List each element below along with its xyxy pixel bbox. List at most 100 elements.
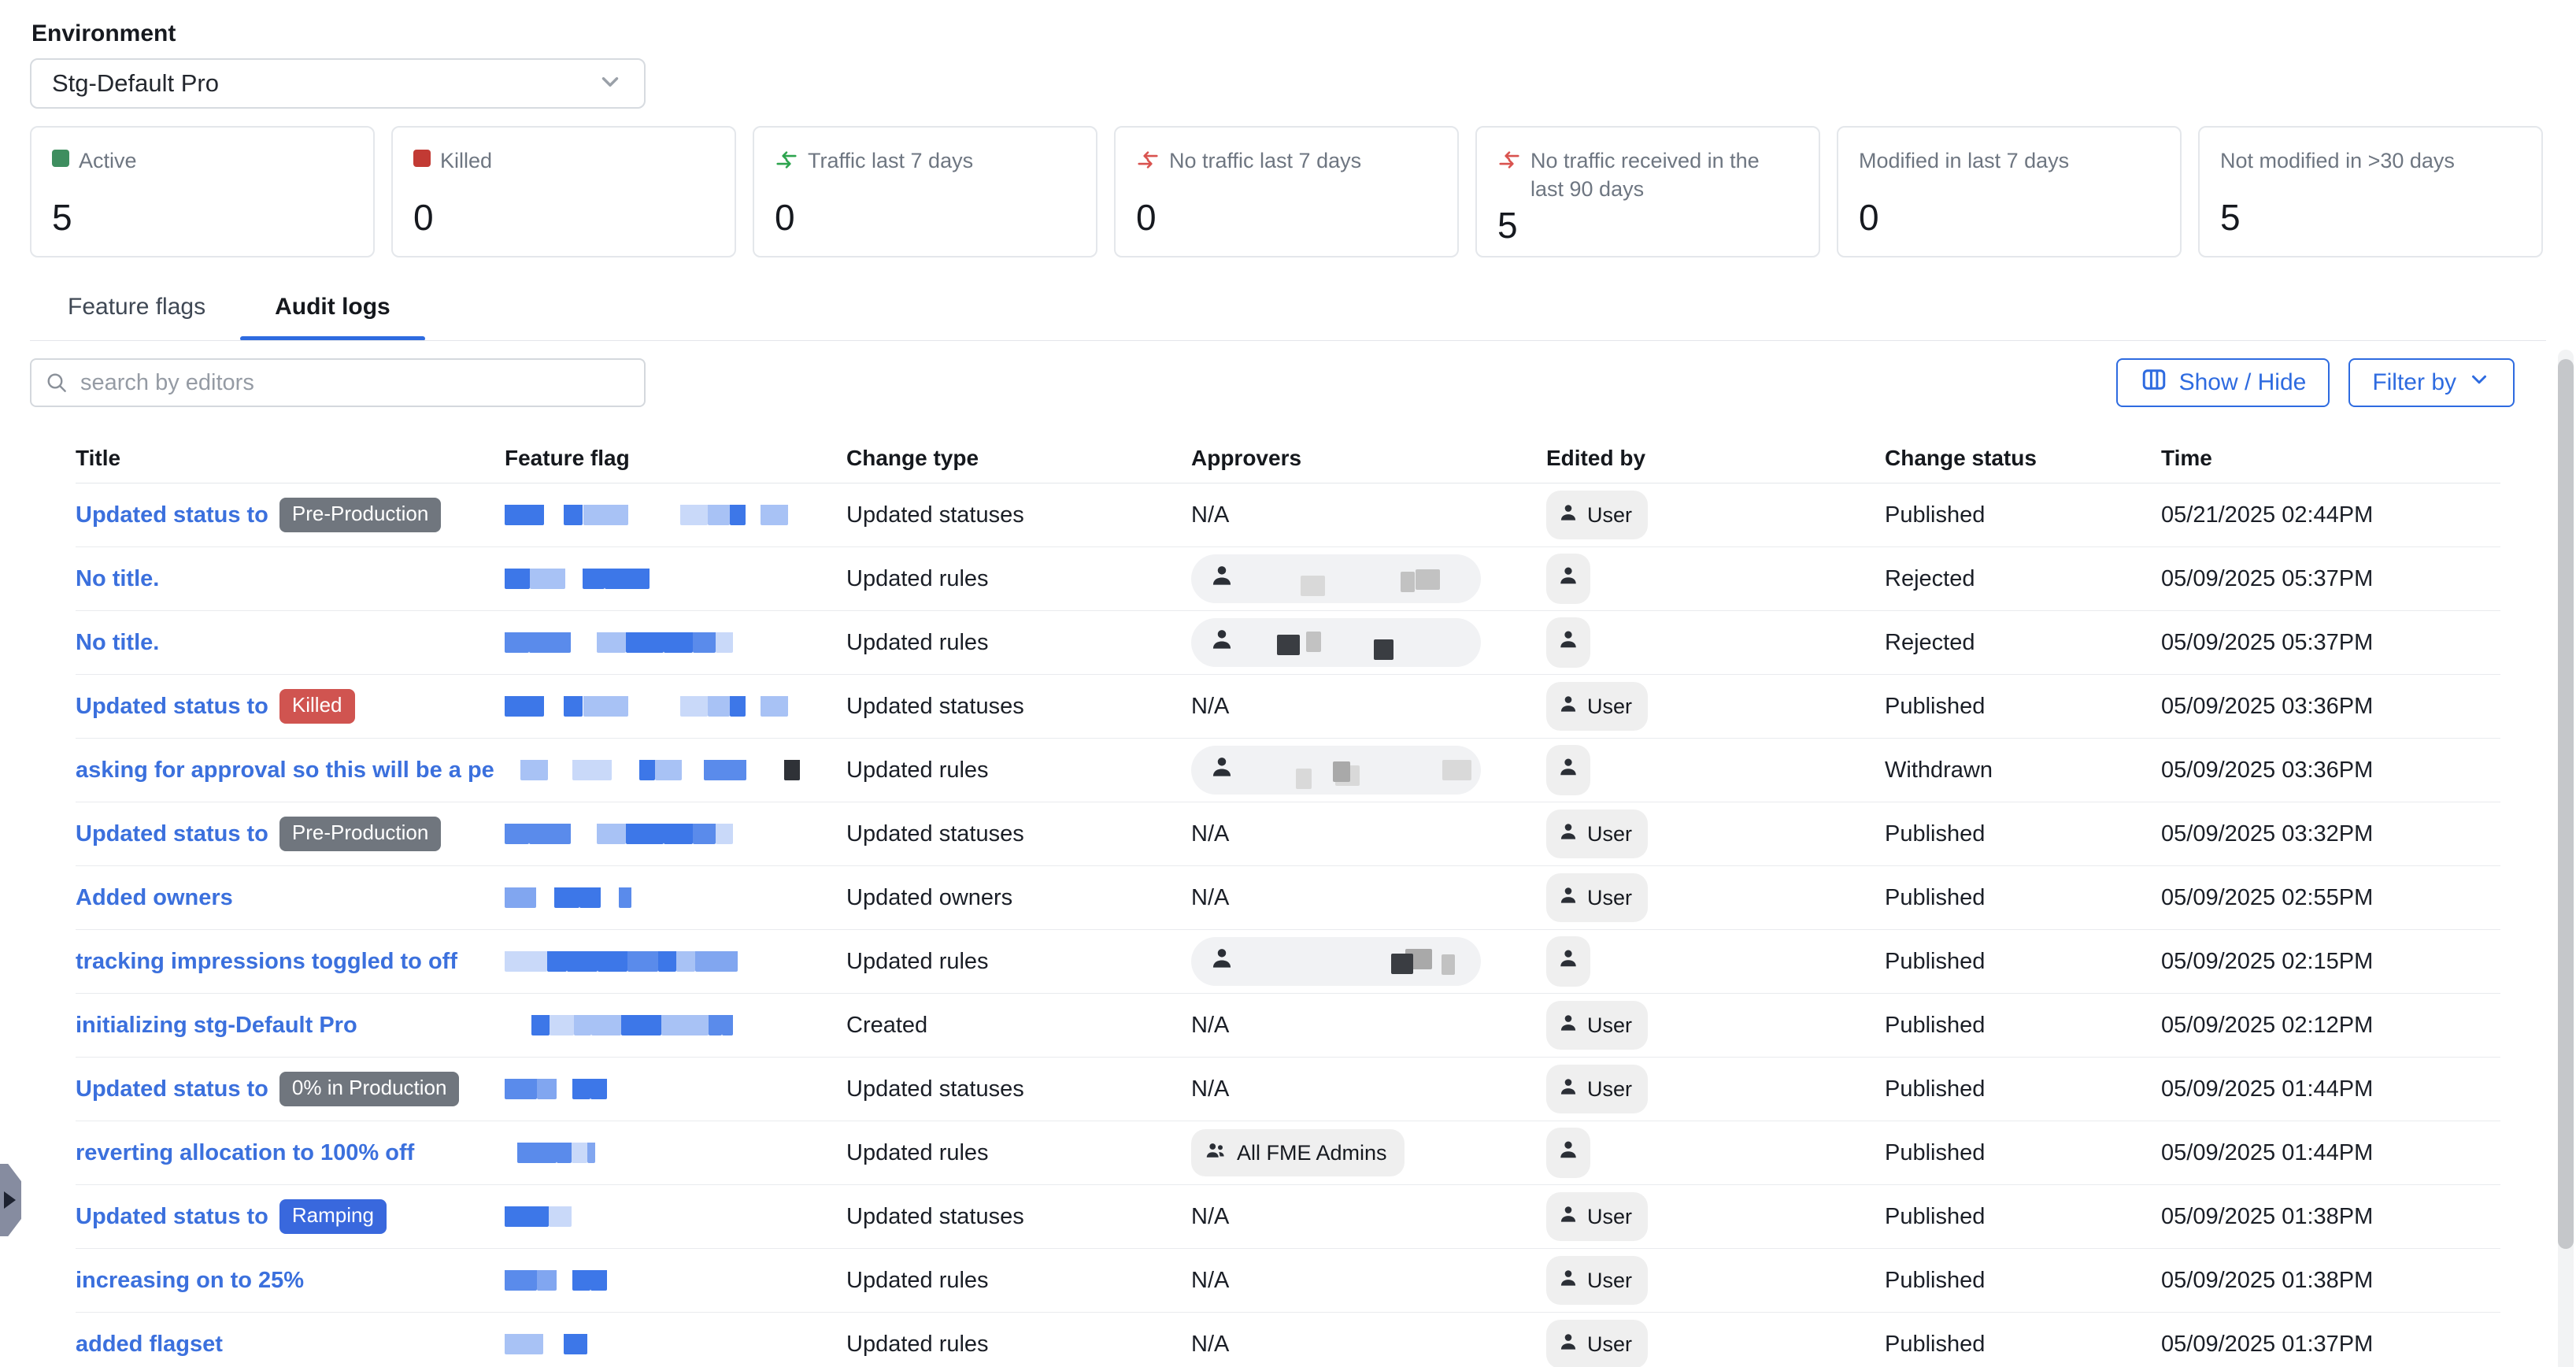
audit-title-link[interactable]: increasing on to 25% xyxy=(76,1268,304,1294)
audit-title-link[interactable]: Updated status to xyxy=(76,694,268,720)
audit-logs-page: Environment Stg-Default Pro Active 5 Kil… xyxy=(0,20,2576,1367)
audit-title-link[interactable]: reverting allocation to 100% off xyxy=(76,1140,414,1166)
approvers-cell: N/A xyxy=(1191,885,1546,911)
change-status-cell: Published xyxy=(1885,1140,2161,1166)
person-icon xyxy=(1557,884,1579,912)
redacted-block xyxy=(505,1206,549,1227)
filter-by-button[interactable]: Filter by xyxy=(2348,358,2515,407)
audit-title-link[interactable]: Updated status to xyxy=(76,1076,268,1102)
change-type-cell: Updated rules xyxy=(846,949,1191,975)
environment-label: Environment xyxy=(31,20,2546,47)
change-status-cell: Published xyxy=(1885,1268,2161,1294)
redacted-block xyxy=(590,1079,607,1099)
redacted-block xyxy=(597,632,627,653)
time-cell: 05/09/2025 01:38PM xyxy=(2161,1204,2500,1230)
edited-by-label: User xyxy=(1587,1205,1632,1229)
audit-title-link[interactable]: initializing stg-Default Pro xyxy=(76,1013,357,1039)
approver-na: N/A xyxy=(1191,1268,1229,1293)
edited-by-cell: User xyxy=(1546,491,1885,539)
time-cell: 05/09/2025 01:44PM xyxy=(2161,1076,2500,1102)
edited-by-label: User xyxy=(1587,1269,1632,1293)
redacted-block xyxy=(564,1334,587,1354)
person-icon xyxy=(1208,754,1235,787)
tab-feature-flags[interactable]: Feature flags xyxy=(33,294,240,341)
table-row: Updated status to Killed Updated statuse… xyxy=(76,675,2500,739)
redacted-block xyxy=(590,1270,607,1291)
stat-value: 5 xyxy=(1497,204,1798,246)
redacted-block xyxy=(627,951,658,972)
audit-title-link[interactable]: Updated status to xyxy=(76,1204,268,1230)
search-input[interactable] xyxy=(30,358,646,407)
column-header: Approvers xyxy=(1191,446,1546,471)
approvers-cell: N/A xyxy=(1191,1076,1546,1102)
status-badge xyxy=(315,1276,340,1286)
redacted-block xyxy=(1296,769,1312,789)
audit-title-cell: increasing on to 25% xyxy=(76,1268,505,1294)
person-icon xyxy=(1556,564,1580,594)
stat-label: No traffic received in the last 90 days xyxy=(1530,146,1798,204)
stat-value: 0 xyxy=(413,196,714,239)
edited-by-cell xyxy=(1546,936,1885,987)
redacted-block xyxy=(572,760,612,780)
audit-title-link[interactable]: Updated status to xyxy=(76,502,268,528)
redacted-block xyxy=(564,696,583,717)
audit-title-link[interactable]: No title. xyxy=(76,630,159,656)
redacted-block xyxy=(1442,760,1471,780)
approvers-cell xyxy=(1191,746,1546,795)
person-icon xyxy=(1557,1267,1579,1295)
feature-flag-cell xyxy=(505,1270,846,1291)
change-status-cell: Published xyxy=(1885,1076,2161,1102)
change-type-cell: Updated statuses xyxy=(846,1076,1191,1102)
redacted-block xyxy=(1301,576,1324,596)
redacted-block xyxy=(537,1079,557,1099)
edited-by-avatar-pill xyxy=(1546,745,1590,795)
column-header: Feature flag xyxy=(505,446,846,471)
status-badge xyxy=(368,1021,394,1031)
audit-title-link[interactable]: added flagset xyxy=(76,1332,223,1358)
approver-na: N/A xyxy=(1191,1204,1229,1229)
stat-value: 0 xyxy=(1859,196,2160,239)
audit-title-cell: tracking impressions toggled to off xyxy=(76,949,505,975)
change-type-cell: Updated rules xyxy=(846,1332,1191,1358)
toolbar: Show / Hide Filter by xyxy=(30,358,2546,407)
change-type-cell: Updated rules xyxy=(846,566,1191,592)
redacted-block xyxy=(680,505,708,525)
audit-title-link[interactable]: No title. xyxy=(76,566,159,592)
person-icon xyxy=(1208,562,1235,595)
audit-title-link[interactable]: tracking impressions toggled to off xyxy=(76,949,457,975)
audit-title-cell: No title. xyxy=(76,630,505,656)
audit-title-link[interactable]: asking for approval so this will be a pe xyxy=(76,758,494,784)
feature-flag-cell xyxy=(505,569,846,589)
tab-audit-logs[interactable]: Audit logs xyxy=(240,294,425,341)
feature-flag-redacted xyxy=(505,1334,587,1354)
redacted-block xyxy=(680,696,708,717)
person-icon xyxy=(1208,945,1235,978)
audit-title-cell: No title. xyxy=(76,566,505,592)
person-icon xyxy=(1557,693,1579,721)
audit-title-link[interactable]: Added owners xyxy=(76,885,233,911)
status-badge xyxy=(244,893,269,903)
approver-na: N/A xyxy=(1191,1332,1229,1357)
change-status-cell: Rejected xyxy=(1885,630,2161,656)
change-status-cell: Published xyxy=(1885,1013,2161,1039)
status-badge xyxy=(425,1148,450,1158)
stat-card: Modified in last 7 days 0 xyxy=(1837,126,2182,257)
audit-title-link[interactable]: Updated status to xyxy=(76,821,268,847)
redacted-block xyxy=(505,824,529,844)
chevron-down-icon xyxy=(597,69,624,99)
redacted-block xyxy=(664,632,693,653)
flag-status-square-icon xyxy=(52,150,69,167)
environment-select[interactable]: Stg-Default Pro xyxy=(30,58,646,109)
redacted-block xyxy=(619,887,631,908)
show-hide-button[interactable]: Show / Hide xyxy=(2116,358,2330,407)
flag-status-square-icon xyxy=(413,150,431,167)
edited-by-cell: User xyxy=(1546,682,1885,731)
edited-by-label: User xyxy=(1587,1013,1632,1038)
change-status-cell: Published xyxy=(1885,1332,2161,1358)
audit-title-cell: added flagset xyxy=(76,1332,505,1358)
edited-by-label: User xyxy=(1587,886,1632,910)
vertical-scrollbar-thumb[interactable] xyxy=(2558,359,2574,1249)
redacted-block xyxy=(564,505,583,525)
person-icon xyxy=(1557,1203,1579,1231)
change-type-cell: Updated rules xyxy=(846,630,1191,656)
